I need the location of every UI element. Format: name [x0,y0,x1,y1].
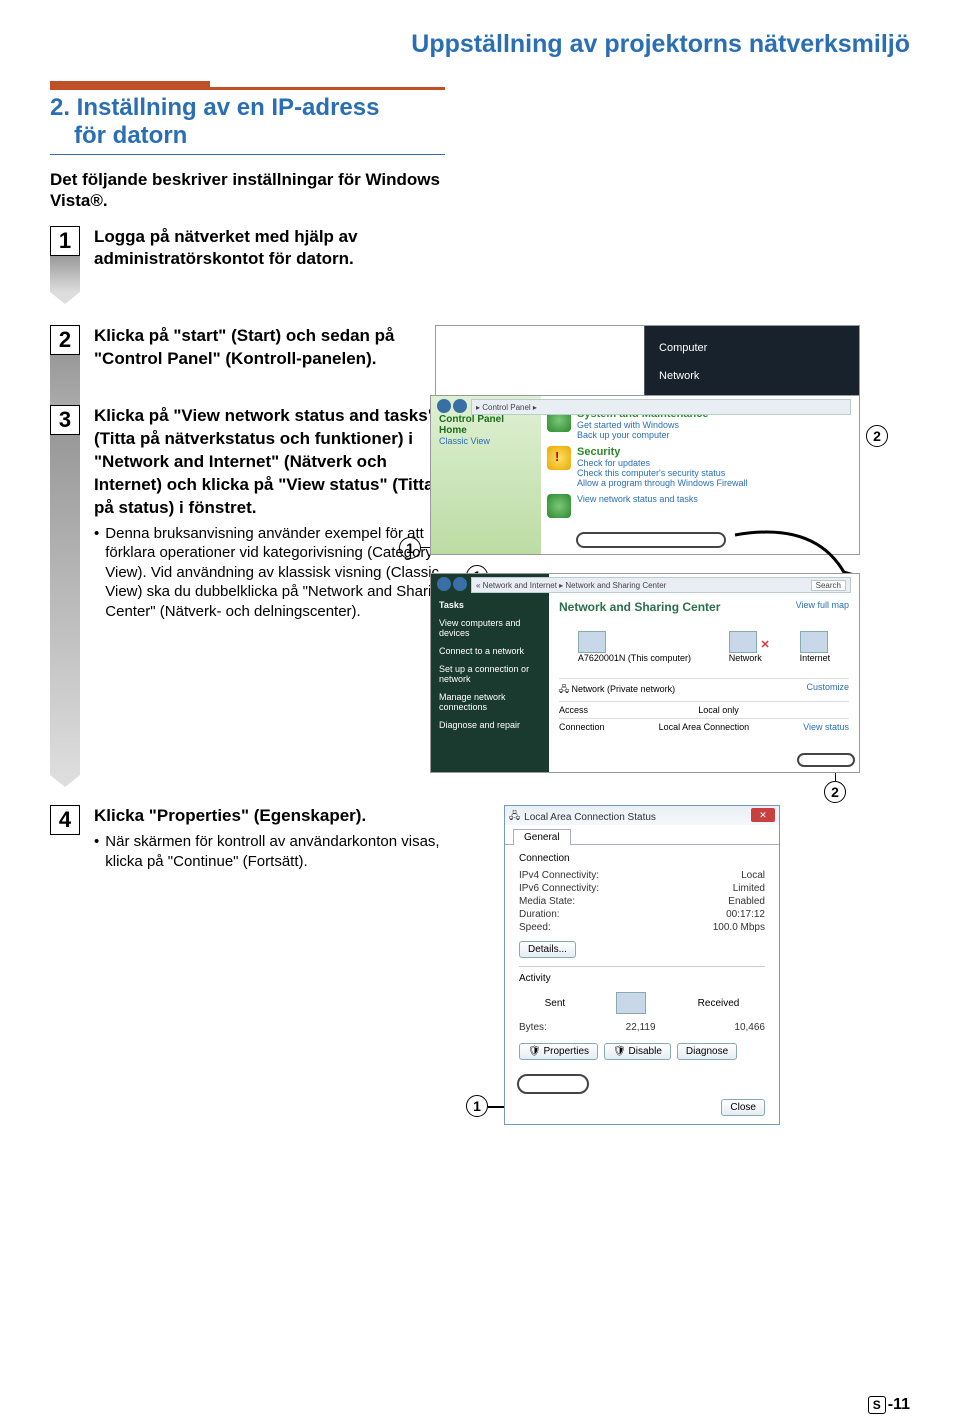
step-3-bullet: Denna bruksanvisning använder exempel fö… [94,524,454,622]
nsc-internet-icon [800,631,828,653]
nsc-task-connect[interactable]: Connect to a network [439,646,541,656]
nsc-view-status[interactable]: View status [803,722,849,732]
cp-firewall[interactable]: Allow a program through Windows Firewall [577,478,748,488]
close-button[interactable]: Close [721,1099,765,1116]
lan-bytes-recv: 10,466 [734,1022,765,1033]
nsc-task-setup[interactable]: Set up a connection or network [439,664,541,684]
disable-button[interactable]: 🛡 Disable [604,1043,671,1060]
lan-media-label: Media State: [519,896,575,907]
page-number-circle: S [868,1396,886,1414]
lan-tab-general[interactable]: General [513,829,571,845]
start-item-network[interactable]: Network [645,362,859,390]
properties-button[interactable]: 🛡 Properties [519,1043,598,1060]
nsc-computer-label: A7620001N (This computer) [578,653,691,663]
cp-updates[interactable]: Check for updates [577,458,748,468]
cp-secstatus[interactable]: Check this computer's security status [577,468,748,478]
step-number-4: 4 [50,805,80,835]
step-4-title: Klicka "Properties" (Egenskaper). [94,805,454,828]
page-number: S-11 [868,1396,910,1414]
callout-2-nsc-line [835,773,837,781]
step-2-title: Klicka på "start" (Start) och sedan på "… [94,325,454,371]
nsc-computer-icon [578,631,606,653]
cp-getstarted[interactable]: Get started with Windows [577,420,708,430]
lan-bytes-sent: 22,119 [626,1022,656,1033]
step-3-title: Klicka på "View network status and tasks… [94,405,454,520]
lan-activity-icon [616,992,646,1014]
intro-text: Det följande beskriver inställningar för… [50,169,445,212]
lan-ipv4-label: IPv4 Connectivity: [519,870,599,881]
step-1-title: Logga på nätverket med hjälp av administ… [94,226,454,272]
nsc-tasks-label: Tasks [439,600,541,610]
section-underline [50,154,445,155]
step-arrow-3 [50,435,80,775]
nsc-network-label: Network [729,653,762,663]
lan-speed-label: Speed: [519,922,551,933]
step-arrow-1 [50,256,80,292]
nsc-task-diagnose[interactable]: Diagnose and repair [439,720,541,730]
cp-security[interactable]: Security [577,446,748,458]
nsc-connection-value: Local Area Connection [659,722,750,732]
nsc-task-manage[interactable]: Manage network connections [439,692,541,712]
step-number-3: 3 [50,405,80,435]
diagnose-button[interactable]: Diagnose [677,1043,737,1060]
lan-ipv6-value: Limited [733,883,765,894]
step-number-2: 2 [50,325,80,355]
callout-2-nsc: 2 [824,781,846,803]
nav-back-icon[interactable] [437,399,451,413]
nsc-network-icon [729,631,757,653]
details-button[interactable]: Details... [519,941,576,958]
lan-duration-value: 00:17:12 [726,909,765,920]
cp-side-home[interactable]: Control Panel Home [439,414,533,436]
nsc-nav-back-icon[interactable] [437,577,451,591]
close-icon[interactable]: ✕ [751,808,775,822]
section-heading-line2: för datorn [50,122,187,149]
cp-breadcrumb: ▸ Control Panel ▸ [471,399,851,415]
security-shield-icon [547,446,571,470]
cp-view-network-status[interactable]: View network status and tasks [577,494,698,504]
lan-sent-label: Sent [545,998,566,1009]
lan-status-dialog: 🖧 Local Area Connection Status ✕ General… [504,805,780,1125]
section-heading: 2. Inställning av en IP-adress för dator… [50,87,445,150]
nsc-access-value: Local only [698,705,739,715]
lan-connection-section: Connection [519,853,765,864]
cp-view-status-highlight [576,532,726,548]
lan-media-value: Enabled [728,896,765,907]
nsc-view-status-highlight [797,753,855,767]
control-panel-screenshot: ▸ Control Panel ▸ Control Panel Home Cla… [430,395,860,555]
start-item-computer[interactable]: Computer [645,334,859,362]
step-4-bullet: När skärmen för kontroll av användarkont… [94,832,454,871]
nsc-access-label: Access [559,705,588,715]
section-heading-line1: 2. Inställning av en IP-adress [50,94,379,121]
network-sharing-center-screenshot: « Network and Internet ▸ Network and Sha… [430,573,860,773]
lan-duration-label: Duration: [519,909,560,920]
network-globe-icon [547,494,571,518]
page-number-value: -11 [888,1396,910,1413]
lan-ipv6-label: IPv6 Connectivity: [519,883,599,894]
nsc-title: Network and Sharing Center [559,600,720,614]
nsc-internet-label: Internet [800,653,831,663]
cp-side-classic[interactable]: Classic View [439,436,490,446]
lan-recv-label: Received [698,998,740,1009]
lan-ipv4-value: Local [741,870,765,881]
step-number-1: 1 [50,226,80,256]
properties-highlight [517,1074,589,1094]
nsc-connection-label: Connection [559,722,605,732]
nsc-private-network: 🖧 Network (Private network) [559,682,675,698]
cp-backup[interactable]: Back up your computer [577,430,708,440]
lan-activity-section: Activity [519,973,765,984]
nsc-nav-fwd-icon[interactable] [453,577,467,591]
lan-title: Local Area Connection Status [524,812,656,823]
callout-1-lan: 1 [466,1095,488,1117]
page-title: Uppställning av projektorns nätverksmilj… [50,30,910,59]
lan-speed-value: 100.0 Mbps [713,922,765,933]
nav-fwd-icon[interactable] [453,399,467,413]
nsc-task-view-devices[interactable]: View computers and devices [439,618,541,638]
nsc-customize[interactable]: Customize [806,682,849,698]
lan-bytes-label: Bytes: [519,1022,547,1033]
nsc-view-full-map[interactable]: View full map [796,600,849,622]
